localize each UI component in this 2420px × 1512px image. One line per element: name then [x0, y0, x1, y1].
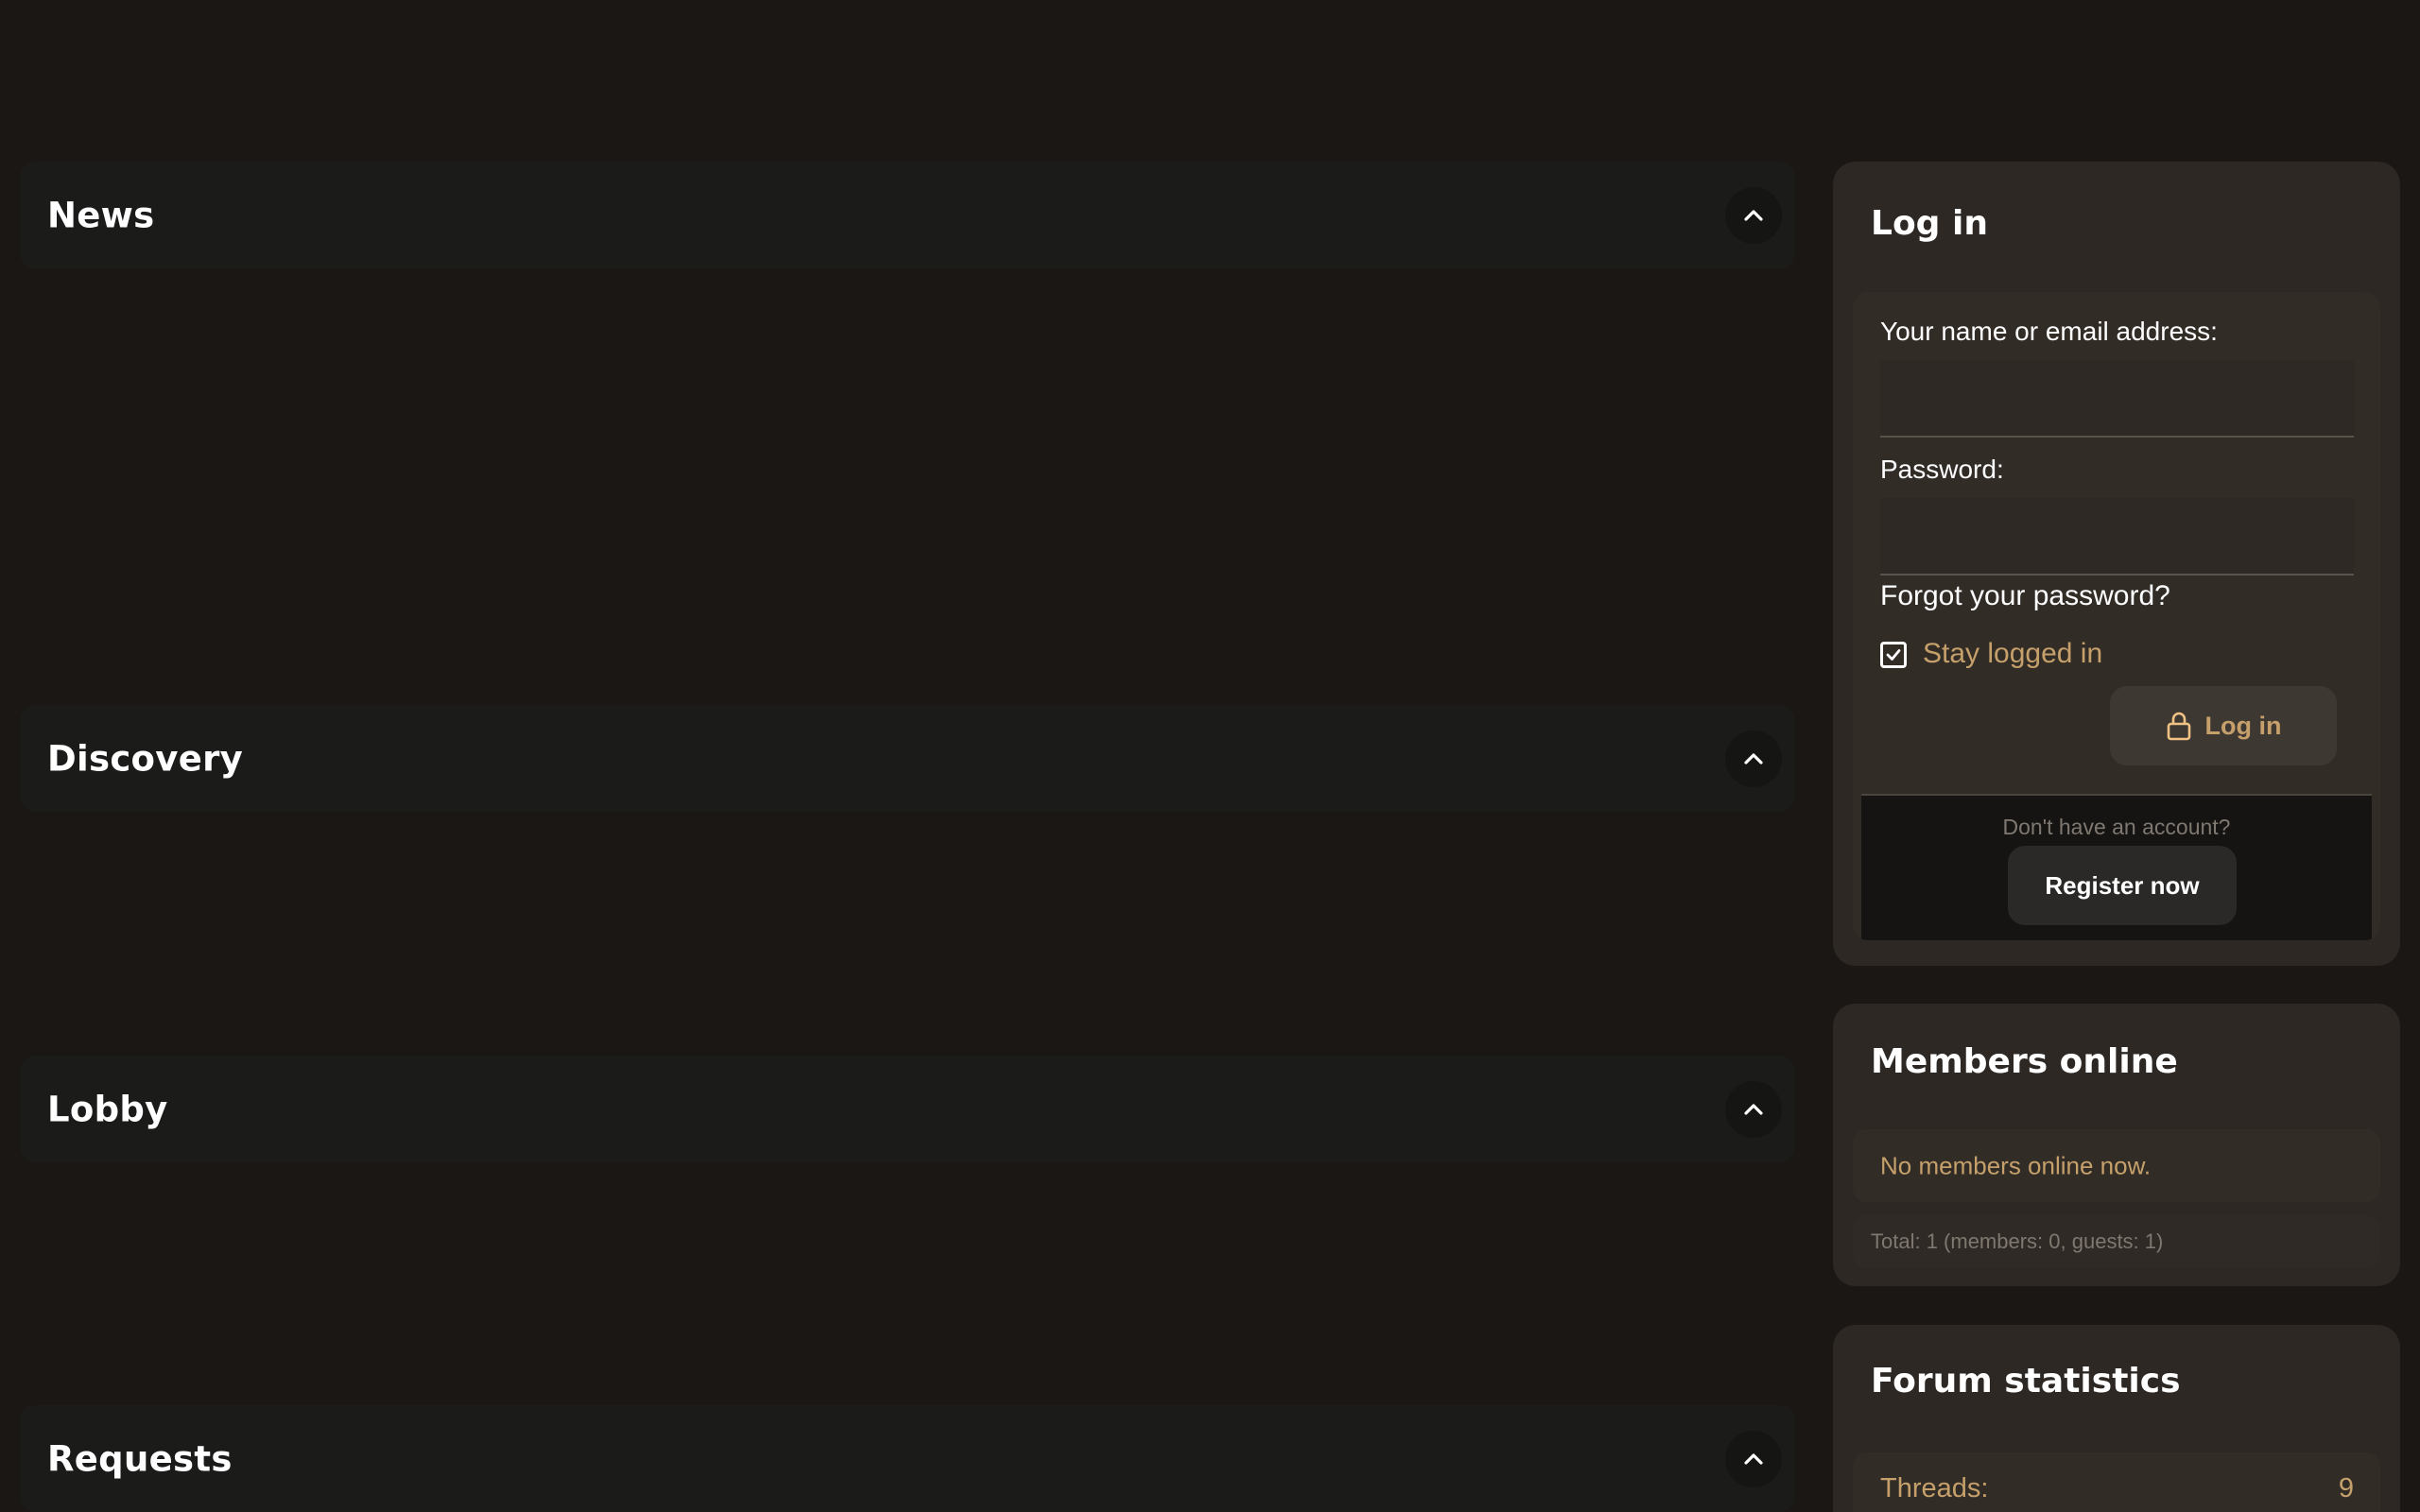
collapse-toggle-button[interactable] — [1725, 730, 1782, 787]
category-title: Discovery — [47, 738, 244, 779]
login-form: Your name or email address: Password: Fo… — [1853, 292, 2380, 940]
login-submit-button[interactable]: Log in — [2110, 686, 2337, 765]
password-label: Password: — [1880, 455, 2004, 484]
category-title: Requests — [47, 1438, 233, 1479]
members-online-block: Members online No members online now. To… — [1833, 1004, 2400, 1286]
lock-icon — [2166, 711, 2192, 741]
forum-page: News Discovery Lobby Requests Log in You… — [0, 0, 2420, 1512]
chevron-up-icon — [1744, 1452, 1763, 1465]
login-block: Log in Your name or email address: Passw… — [1833, 162, 2400, 966]
members-online-title[interactable]: Members online — [1871, 1042, 2178, 1081]
stay-logged-in-label[interactable]: Stay logged in — [1923, 638, 2102, 670]
stat-label: Threads: — [1880, 1473, 1989, 1503]
login-submit-label: Log in — [2204, 711, 2282, 740]
members-total-text: Total: 1 (members: 0, guests: 1) — [1871, 1229, 2164, 1253]
register-footer: Don't have an account? Register now — [1861, 794, 2372, 940]
login-title: Log in — [1871, 204, 1988, 243]
username-label: Your name or email address: — [1880, 317, 2218, 346]
register-button[interactable]: Register now — [2008, 846, 2237, 925]
forum-statistics-block: Forum statistics Threads: 9 — [1833, 1325, 2400, 1512]
category-lobby: Lobby — [20, 1056, 1795, 1162]
register-prompt: Don't have an account? — [2002, 815, 2231, 839]
chevron-up-icon — [1744, 209, 1763, 221]
members-status-text: No members online now. — [1880, 1151, 2152, 1179]
password-input[interactable] — [1880, 498, 2354, 576]
chevron-up-icon — [1744, 752, 1763, 765]
forgot-password-link[interactable]: Forgot your password? — [1880, 580, 2170, 612]
collapse-toggle-button[interactable] — [1725, 1080, 1782, 1138]
forum-statistics-title: Forum statistics — [1871, 1362, 2181, 1400]
members-status: No members online now. — [1853, 1129, 2380, 1202]
username-input[interactable] — [1880, 360, 2354, 438]
checkmark-icon — [1886, 649, 1901, 661]
collapse-toggle-button[interactable] — [1725, 1430, 1782, 1487]
chevron-up-icon — [1744, 1103, 1763, 1115]
stat-value: 9 — [2338, 1473, 2354, 1503]
category-title: Lobby — [47, 1089, 168, 1129]
collapse-toggle-button[interactable] — [1725, 186, 1782, 244]
category-discovery: Discovery — [20, 705, 1795, 812]
stay-logged-in-checkbox[interactable] — [1880, 642, 1907, 668]
stat-row-threads: Threads: 9 — [1853, 1452, 2380, 1512]
members-total: Total: 1 (members: 0, guests: 1) — [1853, 1215, 2380, 1268]
category-requests: Requests — [20, 1405, 1795, 1512]
category-news: News — [20, 162, 1795, 268]
category-title: News — [47, 195, 155, 235]
